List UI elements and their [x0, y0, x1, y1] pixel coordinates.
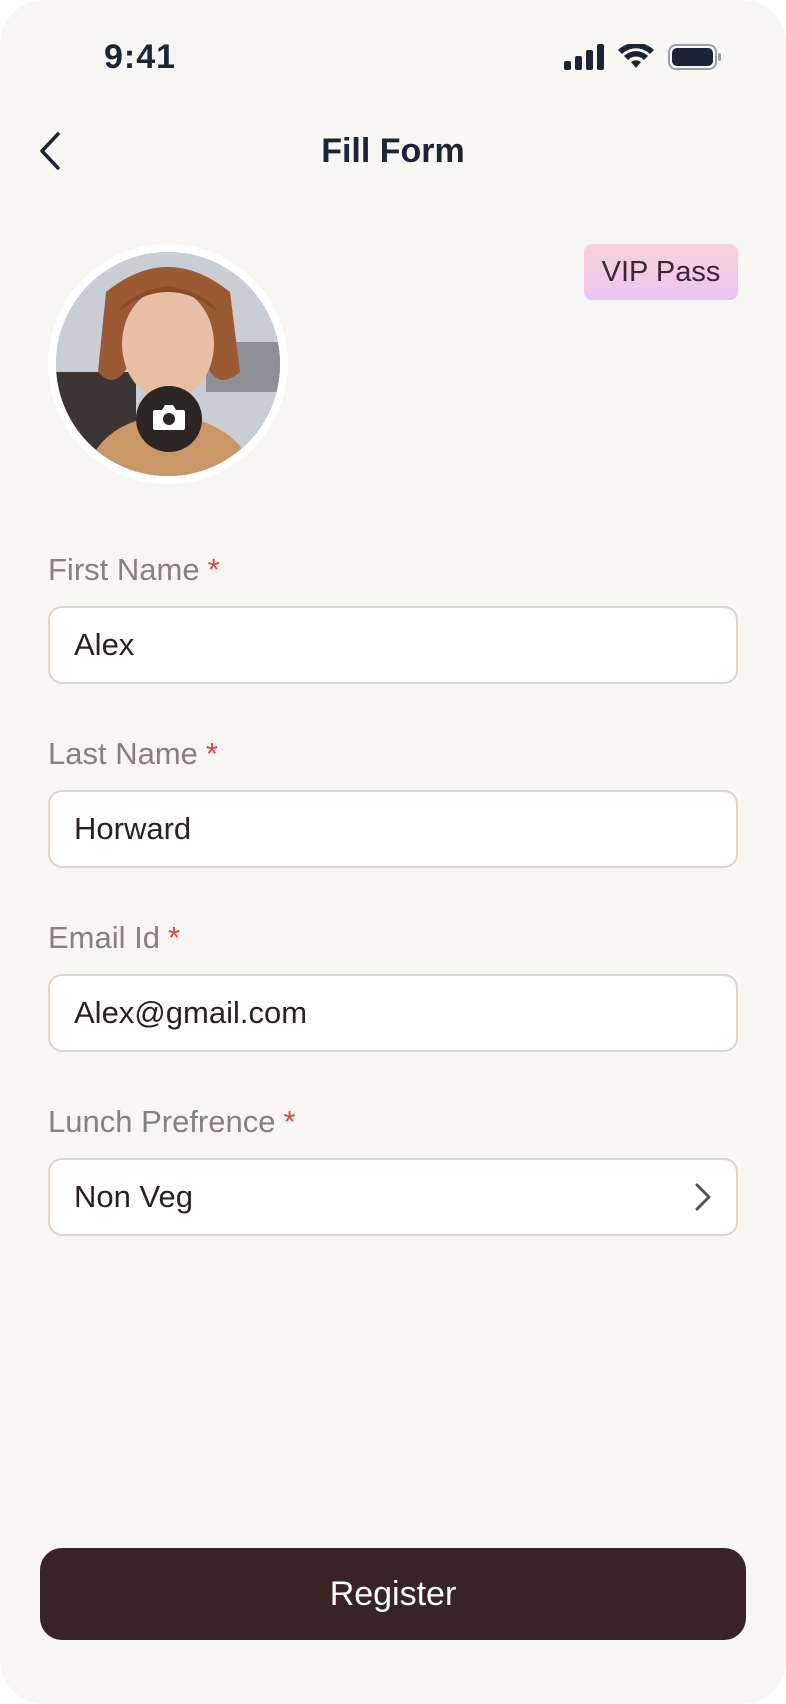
email-input[interactable]: Alex@gmail.com [48, 974, 738, 1052]
vip-pass-badge: VIP Pass [584, 244, 738, 300]
email-label: Email Id * [48, 920, 180, 956]
first-name-label-text: First Name [48, 552, 200, 587]
status-bar: 9:41 [0, 0, 786, 110]
register-button[interactable]: Register [40, 1548, 746, 1640]
change-photo-button[interactable] [136, 386, 202, 452]
signal-icon [564, 44, 604, 75]
first-name-label: First Name * [48, 552, 220, 588]
email-label-text: Email Id [48, 920, 160, 955]
lunch-preference-label: Lunch Prefrence * [48, 1104, 296, 1140]
wifi-icon [618, 42, 654, 75]
first-name-value: Alex [74, 627, 135, 662]
last-name-value: Horward [74, 811, 192, 846]
camera-icon [152, 403, 186, 436]
last-name-label-text: Last Name [48, 736, 198, 771]
status-time: 9:41 [104, 38, 177, 76]
page-title: Fill Form [321, 132, 465, 170]
first-name-input[interactable]: Alex [48, 606, 738, 684]
required-marker: * [207, 552, 220, 587]
required-marker: * [167, 920, 181, 955]
required-marker: * [283, 1104, 296, 1139]
email-value: Alex@gmail.com [74, 995, 308, 1030]
last-name-label: Last Name * [48, 736, 218, 772]
lunch-preference-select[interactable]: Non Veg [48, 1158, 738, 1236]
lunch-preference-value: Non Veg [74, 1179, 193, 1214]
last-name-input[interactable]: Horward [48, 790, 738, 868]
required-marker: * [205, 736, 218, 771]
status-icons [564, 42, 722, 75]
battery-icon [668, 44, 722, 75]
lunch-preference-label-text: Lunch Prefrence [48, 1104, 276, 1139]
nav-bar: Fill Form [0, 118, 786, 188]
chevron-right-icon [694, 1182, 712, 1212]
app-screen: 9:41 Fill Form VIP Pass First Name * Ale… [0, 0, 786, 1704]
